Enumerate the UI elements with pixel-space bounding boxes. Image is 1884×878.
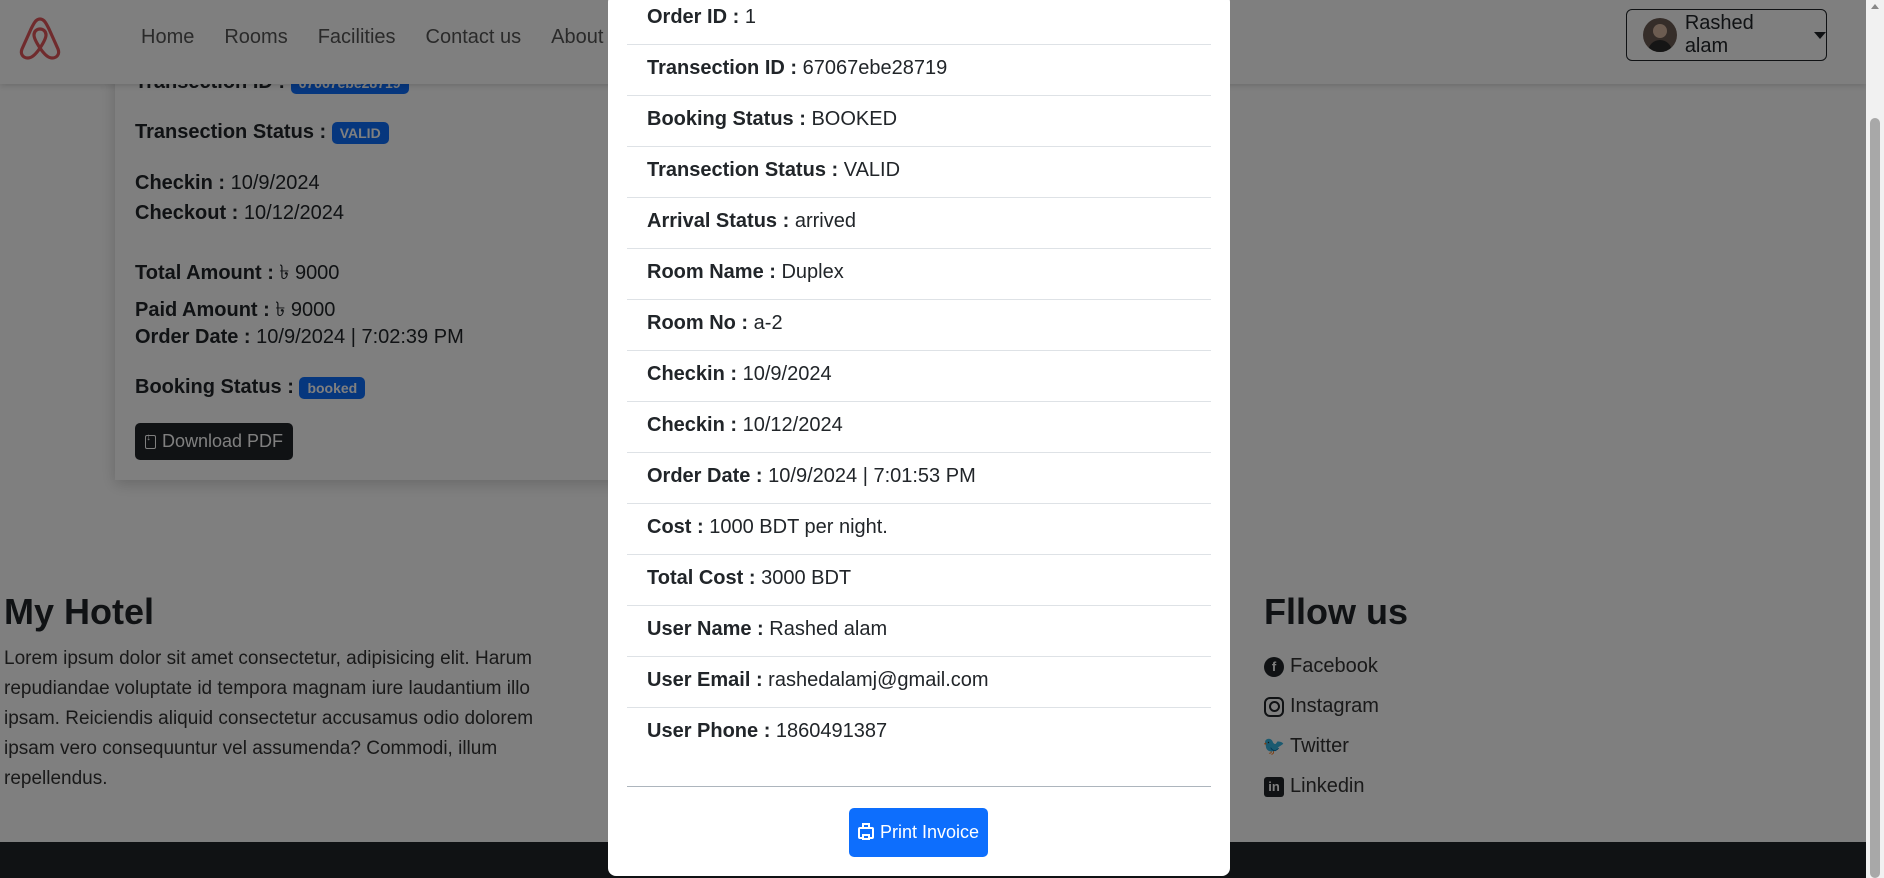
modal-row-room-no: Room No : a-2: [627, 300, 1211, 351]
modal-row-value: Duplex: [781, 261, 844, 283]
print-invoice-label: Print Invoice: [879, 822, 980, 842]
modal-row-user-name: User Name : Rashed alam: [627, 606, 1211, 657]
modal-row-label: Room Name :: [647, 261, 776, 283]
modal-row-value: arrived: [794, 210, 856, 232]
modal-row-value: BOOKED: [811, 108, 898, 130]
modal-row-value: VALID: [843, 159, 901, 181]
modal-row-checkout: Checkin : 10/12/2024: [627, 402, 1211, 453]
page-scrollbar[interactable]: [1866, 0, 1884, 878]
modal-row-value: 3000 BDT: [761, 567, 852, 589]
modal-row-label: User Name :: [647, 618, 764, 640]
modal-row-label: Checkin :: [647, 414, 738, 436]
modal-row-label: Order Date :: [647, 465, 763, 487]
modal-row-label: Cost :: [647, 516, 704, 538]
scrollbar-thumb[interactable]: [1870, 118, 1880, 878]
modal-row-label: Checkin :: [647, 363, 738, 385]
modal-row-transaction-status: Transection Status : VALID: [627, 147, 1211, 198]
modal-row-arrival-status: Arrival Status : arrived: [627, 198, 1211, 249]
modal-row-transaction-id: Transection ID : 67067ebe28719: [627, 45, 1211, 96]
modal-row-value: 67067ebe28719: [802, 57, 948, 79]
modal-row-value: 1860491387: [775, 720, 888, 742]
modal-row-value: 10/9/2024: [742, 363, 832, 385]
modal-row-value: a-2: [753, 312, 783, 334]
modal-row-label: User Phone :: [647, 720, 771, 742]
modal-row-label: User Email :: [647, 669, 763, 691]
modal-row-value: Rashed alam: [769, 618, 888, 640]
modal-row-label: Transection ID :: [647, 57, 798, 79]
modal-row-value: 1: [744, 6, 756, 28]
printer-icon: [857, 822, 874, 840]
modal-row-user-phone: User Phone : 1860491387: [627, 708, 1211, 759]
modal-row-checkin: Checkin : 10/9/2024: [627, 351, 1211, 402]
modal-row-order-date: Order Date : 10/9/2024 | 7:01:53 PM: [627, 453, 1211, 504]
modal-row-label: Room No :: [647, 312, 749, 334]
invoice-modal: Order ID : 1 Transection ID : 67067ebe28…: [608, 0, 1230, 876]
modal-row-order-id: Order ID : 1: [627, 0, 1211, 45]
modal-row-label: Total Cost :: [647, 567, 756, 589]
modal-row-label: Booking Status :: [647, 108, 806, 130]
print-invoice-button[interactable]: Print Invoice: [849, 808, 988, 857]
modal-divider: [627, 786, 1211, 787]
modal-row-label: Order ID :: [647, 6, 740, 28]
modal-row-value: 1000 BDT per night.: [709, 516, 888, 538]
modal-row-value: 10/9/2024 | 7:01:53 PM: [768, 465, 976, 487]
modal-row-user-email: User Email : rashedalamj@gmail.com: [627, 657, 1211, 708]
modal-row-value: 10/12/2024: [742, 414, 843, 436]
modal-row-cost: Cost : 1000 BDT per night.: [627, 504, 1211, 555]
modal-row-value: rashedalamj@gmail.com: [768, 669, 989, 691]
scroll-up-arrow-icon[interactable]: [1871, 4, 1879, 9]
modal-row-booking-status: Booking Status : BOOKED: [627, 96, 1211, 147]
modal-row-room-name: Room Name : Duplex: [627, 249, 1211, 300]
modal-row-label: Arrival Status :: [647, 210, 790, 232]
modal-row-label: Transection Status :: [647, 159, 839, 181]
modal-row-total-cost: Total Cost : 3000 BDT: [627, 555, 1211, 606]
